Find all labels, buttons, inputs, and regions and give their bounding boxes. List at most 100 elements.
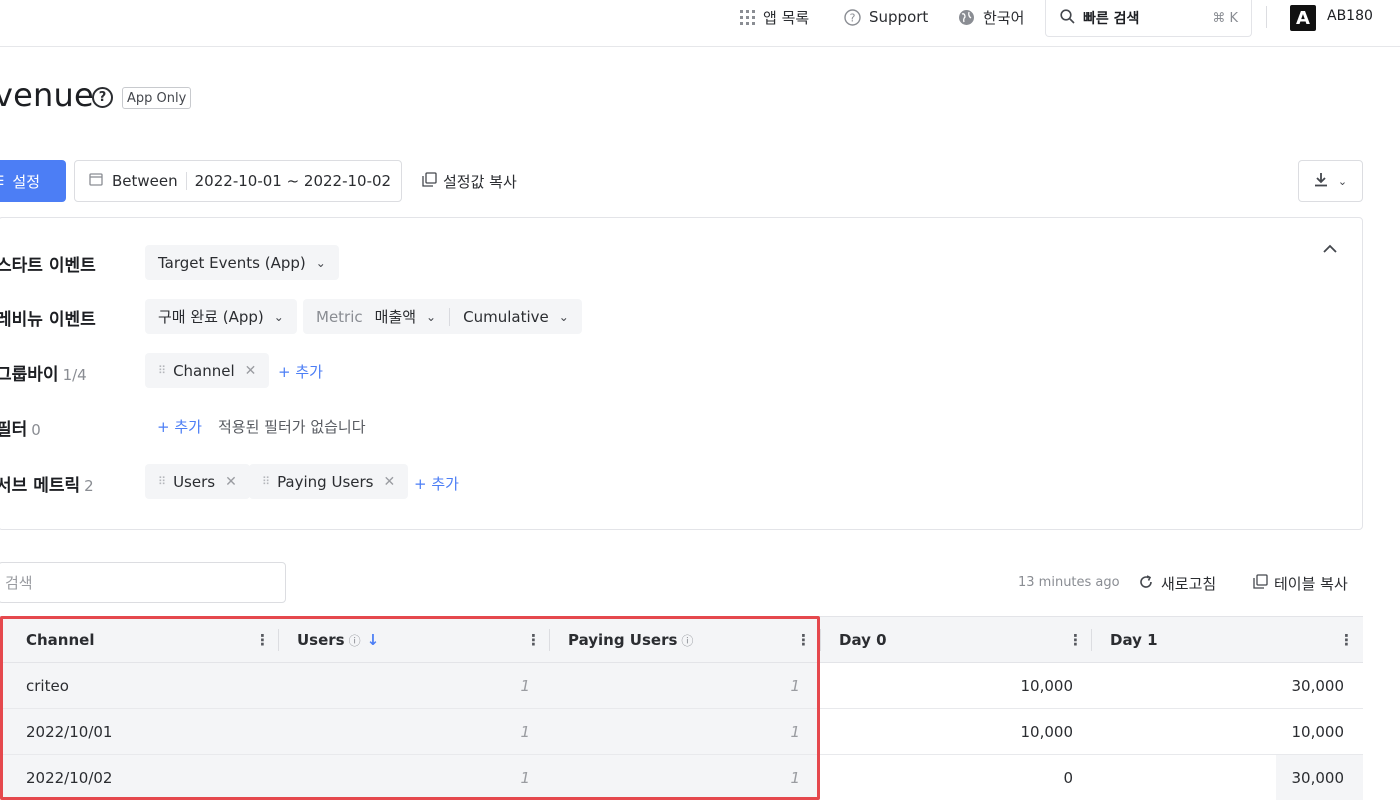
start-event-value: Target Events (App) xyxy=(158,253,306,272)
column-header-channel[interactable]: Channel xyxy=(26,617,94,663)
copy-settings-button[interactable]: 설정값 복사 xyxy=(422,171,517,192)
date-range: 2022-10-01 ~ 2022-10-02 xyxy=(194,172,392,190)
help-circle-icon: ? xyxy=(844,8,861,26)
support-link[interactable]: ? Support xyxy=(844,0,928,34)
menu-icon: ☰ xyxy=(0,174,4,189)
column-resize-handle[interactable] xyxy=(1091,629,1092,651)
globe-icon xyxy=(958,9,975,26)
copy-icon xyxy=(1253,574,1268,593)
more-vertical-icon[interactable]: ⋮ xyxy=(1068,631,1083,649)
revenue-event-select[interactable]: 구매 완료 (App) ⌄ xyxy=(145,299,297,334)
column-resize-handle[interactable] xyxy=(820,629,821,651)
filter-title: 필터 xyxy=(0,420,28,440)
app-list-label: 앱 목록 xyxy=(763,8,810,27)
quick-search-button[interactable]: 빠른 검색 ⌘ K xyxy=(1045,0,1252,37)
column-header-paying-users[interactable]: Paying Users ⓘ xyxy=(568,617,693,663)
chevron-down-icon: ⌄ xyxy=(273,309,284,324)
group-by-chip-channel[interactable]: ⠿ Channel ✕ xyxy=(145,353,270,388)
cell-day-1: 10,000 xyxy=(1291,723,1345,741)
more-vertical-icon[interactable]: ⋮ xyxy=(796,631,811,649)
column-header-day-1[interactable]: Day 1 xyxy=(1110,617,1158,663)
chevron-down-icon: ⌄ xyxy=(1337,174,1348,188)
filter-count: 0 xyxy=(31,421,41,439)
column-resize-handle[interactable] xyxy=(278,629,279,651)
svg-text:?: ? xyxy=(850,11,856,24)
group-by-add-button[interactable]: + 추가 xyxy=(278,361,323,382)
close-icon[interactable]: ✕ xyxy=(245,363,257,379)
calendar-icon xyxy=(89,172,103,190)
cell-day-0: 0 xyxy=(1063,769,1073,787)
table-row[interactable]: 2022/10/01 1 1 10,000 10,000 xyxy=(0,709,1363,755)
date-separator xyxy=(185,172,187,190)
cumulative-select[interactable]: Cumulative xyxy=(463,308,549,326)
cell-channel: 2022/10/01 xyxy=(26,723,113,741)
start-event-select[interactable]: Target Events (App) ⌄ xyxy=(145,245,339,280)
group-by-chip-label: Channel xyxy=(173,361,235,380)
drag-handle-icon[interactable]: ⠿ xyxy=(158,364,166,377)
column-header-day-0[interactable]: Day 0 xyxy=(839,617,887,663)
table-search-input[interactable] xyxy=(0,562,286,603)
settings-button[interactable]: ☰ 설정 xyxy=(0,160,66,202)
revenue-event-value: 구매 완료 (App) xyxy=(158,308,264,326)
drag-handle-icon[interactable]: ⠿ xyxy=(262,475,270,488)
app-list-button[interactable]: 앱 목록 xyxy=(740,0,809,34)
more-vertical-icon[interactable]: ⋮ xyxy=(526,631,541,649)
sub-metric-title: 서브 메트릭 xyxy=(0,476,81,496)
cell-channel: criteo xyxy=(26,677,69,695)
date-range-picker[interactable]: Between 2022-10-01 ~ 2022-10-02 xyxy=(74,160,402,202)
metric-separator xyxy=(449,307,451,326)
group-by-label: 그룹바이 1/4 xyxy=(0,360,87,385)
column-resize-handle[interactable] xyxy=(549,629,550,651)
metric-select[interactable]: Metric 매출액 ⌄ Cumulative ⌄ xyxy=(303,299,582,334)
column-header-label: Users xyxy=(297,631,345,649)
cell-users: 1 xyxy=(520,723,530,741)
revenue-event-label: 레비뉴 이벤트 xyxy=(0,310,96,330)
chevron-down-icon: ⌄ xyxy=(315,255,326,270)
search-icon xyxy=(1060,8,1075,28)
copy-table-button[interactable]: 테이블 복사 xyxy=(1253,573,1348,594)
last-updated-text: 13 minutes ago xyxy=(1018,575,1120,590)
language-selector[interactable]: 한국어 xyxy=(958,0,1024,34)
table-row[interactable]: 2022/10/02 1 1 0 30,000 xyxy=(0,755,1363,800)
column-header-users[interactable]: Users ⓘ ↓ xyxy=(297,617,379,663)
cell-day-0: 10,000 xyxy=(1020,677,1074,695)
drag-handle-icon[interactable]: ⠿ xyxy=(158,475,166,488)
column-header-label: Channel xyxy=(26,631,95,649)
sub-metric-chip-paying-users[interactable]: ⠿ Paying Users ✕ xyxy=(249,464,409,499)
search-shortcut: ⌘ K xyxy=(1212,10,1238,26)
close-icon[interactable]: ✕ xyxy=(225,474,237,490)
close-icon[interactable]: ✕ xyxy=(383,474,395,490)
table-row[interactable]: criteo 1 1 10,000 30,000 xyxy=(0,663,1363,709)
sub-metric-label: 서브 메트릭 2 xyxy=(0,471,94,496)
info-icon[interactable]: ⓘ xyxy=(349,632,361,649)
start-event-label: 스타트 이벤트 xyxy=(0,256,96,276)
download-button[interactable]: ⌄ xyxy=(1298,160,1363,202)
help-icon[interactable]: ? xyxy=(92,87,113,108)
cell-day-1: 30,000 xyxy=(1291,677,1345,695)
more-vertical-icon[interactable]: ⋮ xyxy=(1339,631,1354,649)
org-logo[interactable]: A xyxy=(1290,5,1316,31)
chevron-up-icon[interactable] xyxy=(1323,238,1337,257)
refresh-button[interactable]: 새로고침 xyxy=(1139,573,1216,594)
more-vertical-icon[interactable]: ⋮ xyxy=(255,631,270,649)
filter-add-button[interactable]: + 추가 xyxy=(157,416,202,437)
support-label: Support xyxy=(869,8,929,26)
page-title: venue xyxy=(0,76,94,114)
sub-metric-chip-users[interactable]: ⠿ Users ✕ xyxy=(145,464,250,499)
info-icon[interactable]: ⓘ xyxy=(681,632,693,649)
cell-paying-users: 1 xyxy=(790,769,800,787)
quick-search-label: 빠른 검색 xyxy=(1083,11,1140,27)
sub-metric-add-button[interactable]: + 추가 xyxy=(414,473,459,494)
org-name[interactable]: AB180 xyxy=(1327,8,1373,24)
settings-label: 설정 xyxy=(12,172,40,191)
sort-desc-icon[interactable]: ↓ xyxy=(367,631,380,649)
table-header: Channel ⋮ Users ⓘ ↓ ⋮ Paying Users ⓘ ⋮ D… xyxy=(0,616,1363,663)
column-header-label: Day 1 xyxy=(1110,631,1158,649)
sub-metric-count: 2 xyxy=(84,477,94,495)
grid-icon xyxy=(740,9,755,25)
topbar-divider xyxy=(1266,6,1267,28)
date-mode: Between xyxy=(112,172,178,190)
filter-label: 필터 0 xyxy=(0,415,41,440)
cell-paying-users: 1 xyxy=(790,677,800,695)
cell-paying-users: 1 xyxy=(790,723,800,741)
